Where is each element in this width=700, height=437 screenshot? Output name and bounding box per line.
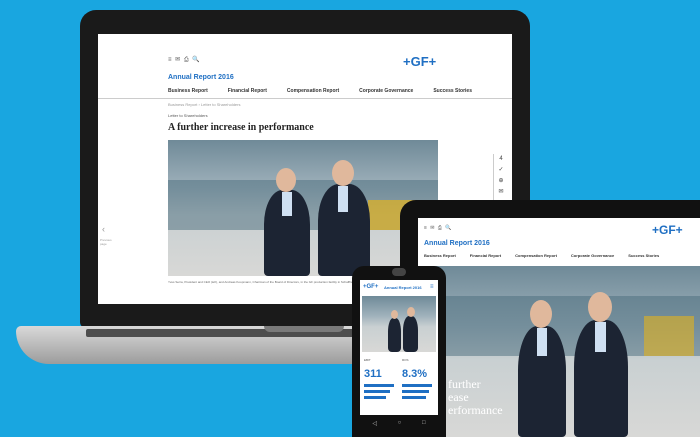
- tablet-hero-photo: further ease erformance: [418, 266, 700, 437]
- phone-bar-3: [364, 396, 386, 399]
- hero-photo: [168, 140, 438, 276]
- page-headline: A further increase in performance: [168, 122, 314, 133]
- phone-brand-title[interactable]: Annual Report 2016: [384, 285, 422, 290]
- home-icon[interactable]: ○: [398, 420, 402, 427]
- phone-gf-logo[interactable]: +GF+: [363, 284, 378, 290]
- phone-hero-photo: [362, 296, 436, 352]
- phone-stat-value-2: 8.3%: [402, 368, 428, 380]
- recent-apps-icon[interactable]: □: [422, 420, 426, 427]
- phone-nav-bar: ◁ ○ □: [362, 420, 436, 427]
- phone-bar-1: [364, 384, 394, 387]
- tablet-nav-financial-report[interactable]: Financial Report: [470, 253, 501, 258]
- overlay-line-3: erformance: [448, 403, 503, 417]
- brand-title[interactable]: Annual Report 2016: [168, 74, 234, 81]
- nav-corporate-governance[interactable]: Corporate Governance: [359, 88, 413, 94]
- phone-bar-4: [402, 384, 432, 387]
- nav-success-stories[interactable]: Success Stories: [433, 88, 472, 94]
- nav-financial-report[interactable]: Financial Report: [228, 88, 267, 94]
- back-icon[interactable]: ◁: [372, 420, 377, 427]
- phone-stat-label-2: ROS: [402, 358, 409, 362]
- chevron-left-icon[interactable]: ‹: [102, 224, 105, 234]
- tablet-nav-corporate-governance[interactable]: Corporate Governance: [571, 253, 614, 258]
- tablet-brand-title[interactable]: Annual Report 2016: [424, 240, 490, 247]
- section-label: Letter to Shareholders: [168, 113, 208, 118]
- tablet-header-icons[interactable]: ≡ ✉ ⎙ 🔍: [424, 225, 453, 231]
- tablet-nav: Business Report Financial Report Compens…: [424, 253, 659, 258]
- phone-stat-label-1: EBIT: [364, 358, 371, 362]
- phone-stat-value-1: 311: [364, 368, 382, 380]
- phone-bar-5: [402, 390, 429, 393]
- tablet-nav-business-report[interactable]: Business Report: [424, 253, 456, 258]
- divider: [98, 98, 512, 99]
- phone-person-left: [388, 318, 401, 352]
- phone-person-right: [403, 316, 418, 352]
- tablet-nav-success-stories[interactable]: Success Stories: [628, 253, 659, 258]
- nav-compensation-report[interactable]: Compensation Report: [287, 88, 339, 94]
- laptop-header-icons[interactable]: ≡ ✉ ⎙ 🔍: [168, 56, 201, 64]
- page-number-icon[interactable]: 4: [494, 154, 508, 165]
- laptop-notch: [264, 326, 344, 332]
- phone-screen: +GF+ Annual Report 2016 ≡ EBIT 311 ROS 8…: [360, 280, 438, 415]
- tablet-gf-logo[interactable]: +GF+: [652, 223, 683, 237]
- mail-icon[interactable]: ✉: [494, 187, 508, 198]
- previous-page-label[interactable]: Previous page: [100, 238, 114, 246]
- add-icon[interactable]: ⊕: [494, 176, 508, 187]
- nav-business-report[interactable]: Business Report: [168, 88, 208, 94]
- tablet-nav-compensation-report[interactable]: Compensation Report: [515, 253, 557, 258]
- gf-logo[interactable]: +GF+: [403, 54, 436, 69]
- check-icon[interactable]: ✓: [494, 165, 508, 176]
- breadcrumb[interactable]: Business Report › Letter to Shareholders: [168, 102, 240, 107]
- phone-bar-2: [364, 390, 390, 393]
- phone-menu-icon[interactable]: ≡: [430, 284, 434, 290]
- tablet-overlay-headline: further ease erformance: [448, 378, 503, 417]
- main-nav: Business Report Financial Report Compens…: [168, 88, 498, 94]
- phone-camera: [392, 268, 406, 276]
- phone-bar-6: [402, 396, 426, 399]
- tablet-screen: ≡ ✉ ⎙ 🔍 +GF+ Annual Report 2016 Business…: [418, 218, 700, 437]
